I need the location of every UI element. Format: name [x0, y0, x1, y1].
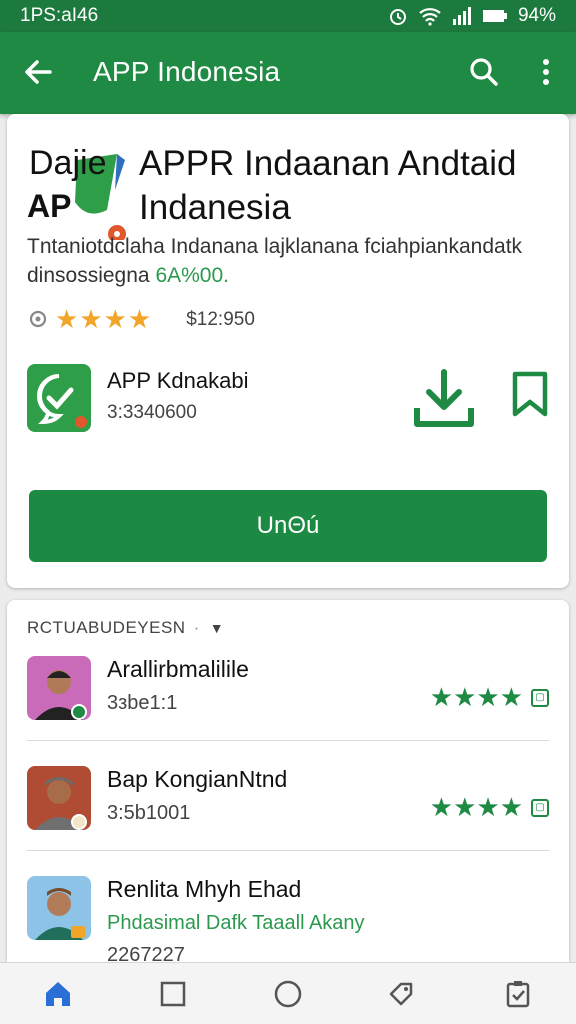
nav-circle[interactable] — [270, 976, 306, 1012]
more-options-icon[interactable] — [528, 54, 564, 90]
person-avatar-icon — [35, 888, 85, 940]
app-bar: APP Indonesia — [0, 32, 576, 114]
description-text: Tntaniotdclaha Indanana lajklanana fciah… — [27, 235, 523, 287]
wifi-icon — [419, 8, 441, 26]
avatar — [27, 766, 91, 830]
battery-icon — [482, 10, 507, 22]
status-time: 1PS:aI46 — [20, 5, 99, 26]
divider — [27, 740, 549, 741]
list-item-subtitle: 3зbe1:1 — [107, 692, 178, 714]
nav-home[interactable] — [40, 976, 76, 1012]
list-item-subtitle: 3:5b1001 — [107, 802, 191, 824]
section-separator: · — [193, 618, 200, 637]
person-avatar-icon — [35, 670, 87, 720]
related-apps-card: RCTUABUDEYESN · ▼ Arallirbmalilile 3зbe1… — [7, 600, 569, 980]
list-item-name: Renlita Mhyh Ehad — [107, 876, 302, 902]
rating-stars: ★★★★ — [55, 304, 153, 334]
install-button[interactable]: UnΘú — [29, 490, 547, 562]
section-header[interactable]: RCTUABUDEYESN · ▼ — [27, 618, 224, 638]
signal-icon — [452, 7, 471, 25]
section-title: RCTUABUDEYESN — [27, 618, 186, 637]
app-description: Tntaniotdclaha Indanana lajklanana fciah… — [27, 232, 557, 290]
app-detail-card: Dajie AP APPR Indaanan Andtaid Indanesia… — [7, 114, 569, 588]
app-icon — [27, 364, 91, 432]
back-arrow-icon[interactable] — [20, 54, 56, 90]
clipboard-check-icon — [507, 980, 530, 1007]
avatar — [27, 876, 91, 940]
app-row: APP Kdnakabi 3:3340600 — [27, 364, 557, 436]
square-icon — [160, 981, 186, 1006]
hero-logo-line2: AP — [27, 188, 72, 224]
app-title: APPR Indaanan Andtaid Indanesia — [139, 144, 517, 227]
list-item-name: Arallirbmalilile — [107, 656, 249, 682]
status-bar: 1PS:aI46 94% — [0, 0, 576, 32]
rating-stars: ★★★★ ▢ — [430, 792, 549, 823]
nav-recent[interactable] — [155, 976, 191, 1012]
app-subtitle: 3:3340600 — [107, 402, 197, 423]
list-item-subtitle: Phdasimal Dafk Taaall Akany — [107, 912, 365, 934]
chat-check-icon — [37, 374, 87, 428]
circle-icon — [274, 980, 302, 1007]
rating-stars: ★★★★ ▢ — [430, 682, 549, 713]
person-avatar-icon — [35, 777, 87, 830]
divider — [27, 850, 549, 851]
location-pin-icon — [29, 310, 47, 327]
home-icon — [45, 981, 70, 1006]
list-item-name: Bap KongianNtnd — [107, 766, 288, 792]
nav-tasks[interactable] — [500, 976, 536, 1012]
bottom-navigation — [0, 962, 576, 1024]
app-bar-title: APP Indonesia — [93, 56, 281, 87]
hero-logo: Dajie AP — [27, 144, 137, 240]
nav-tag[interactable] — [385, 976, 421, 1012]
hero-logo-line1: Dajie — [29, 144, 107, 182]
battery-percent: 94% — [517, 5, 556, 26]
avatar — [27, 656, 91, 720]
list-item[interactable]: Arallirbmalilile 3зbe1:1 ★★★★ ▢ — [27, 656, 549, 766]
description-accent: 6A%00. — [155, 264, 229, 287]
alarm-icon — [389, 9, 406, 25]
status-icons: 94% — [388, 5, 556, 27]
badge-icon: ▢ — [531, 688, 549, 707]
tag-icon — [389, 982, 413, 1005]
list-item[interactable]: Bap KongianNtnd 3:5b1001 ★★★★ ▢ — [27, 766, 549, 876]
badge-icon: ▢ — [531, 798, 549, 817]
rating-row: ★★★★ $12:950 — [27, 304, 255, 335]
download-icon[interactable] — [411, 366, 477, 430]
app-price: $12:950 — [186, 308, 255, 330]
bookmark-icon[interactable] — [507, 370, 553, 418]
app-name: APP Kdnakabi — [107, 368, 249, 393]
search-icon[interactable] — [466, 54, 502, 90]
chevron-down-icon[interactable]: ▼ — [210, 620, 224, 636]
